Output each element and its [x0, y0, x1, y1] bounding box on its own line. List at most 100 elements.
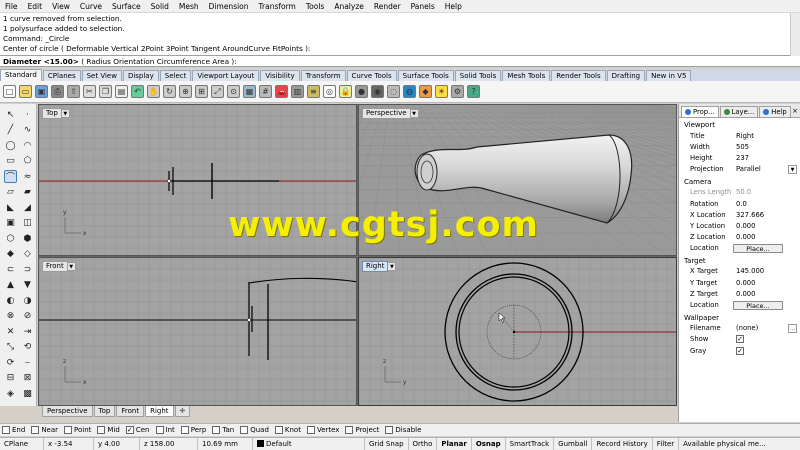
menu-curve[interactable]: Curve — [75, 0, 107, 13]
checkbox[interactable] — [155, 426, 164, 434]
projection-select[interactable]: Parallel — [733, 165, 785, 173]
checkbox[interactable] — [97, 426, 106, 434]
osnap-knot[interactable]: Knot — [274, 426, 301, 434]
join-tool-icon[interactable]: ▼ — [21, 279, 34, 292]
viewport-title[interactable]: Front — [42, 261, 68, 272]
array-tool-icon[interactable]: ⟳ — [4, 356, 17, 369]
tab-viewport-layout[interactable]: Viewport Layout — [192, 70, 260, 81]
new-file-icon[interactable]: □ — [3, 85, 16, 98]
tab-set-view[interactable]: Set View — [81, 70, 122, 81]
arc-tool-icon[interactable]: ◠ — [21, 139, 34, 152]
tab-visibility[interactable]: Visibility — [260, 70, 300, 81]
title-field[interactable]: Right — [733, 132, 800, 140]
cut-icon[interactable]: ✂ — [83, 85, 96, 98]
material-icon[interactable]: ◆ — [419, 85, 432, 98]
dimension-tool-icon[interactable]: ⎯ — [21, 356, 34, 369]
layers-icon[interactable]: ≡ — [307, 85, 320, 98]
curve-tool-icon[interactable]: ∿ — [21, 124, 34, 137]
rectangle-tool-icon[interactable]: ▭ — [4, 155, 17, 168]
tab-surface-tools[interactable]: Surface Tools — [397, 70, 454, 81]
chevron-down-icon[interactable]: ▼ — [788, 164, 797, 174]
vp-tab-front[interactable]: Front — [116, 406, 145, 417]
command-prompt-options[interactable]: ( Radius Orientation Circumference Area … — [81, 57, 236, 66]
y-location-field[interactable]: 0.000 — [733, 222, 800, 230]
tab-curve-tools[interactable]: Curve Tools — [346, 70, 397, 81]
tab-transform[interactable]: Transform — [300, 70, 346, 81]
select-tool-icon[interactable]: ↖ — [4, 108, 17, 121]
osnap-point[interactable]: Point — [64, 426, 91, 434]
viewport-title[interactable]: Right — [362, 261, 389, 272]
checkbox[interactable] — [180, 426, 189, 434]
zoom-window-icon[interactable]: ⊞ — [195, 85, 208, 98]
chevron-down-icon[interactable]: ▼ — [410, 109, 419, 118]
move-tool-icon[interactable]: ⊘ — [21, 310, 34, 323]
zoom-extents-icon[interactable]: ⤢ — [211, 85, 224, 98]
mesh-tool-icon[interactable]: ⊂ — [4, 263, 17, 276]
circle-tool-icon[interactable]: ◯ — [4, 139, 17, 152]
render-icon[interactable]: ◍ — [403, 85, 416, 98]
tab-solid-tools[interactable]: Solid Tools — [454, 70, 502, 81]
tab-drafting[interactable]: Drafting — [606, 70, 646, 81]
group-tool-icon[interactable]: ◑ — [21, 294, 34, 307]
tab-mesh-tools[interactable]: Mesh Tools — [502, 70, 551, 81]
menu-mesh[interactable]: Mesh — [174, 0, 204, 13]
status-record-history[interactable]: Record History — [592, 437, 653, 450]
tab-standard[interactable]: Standard — [0, 69, 42, 81]
osnap-int[interactable]: Int — [155, 426, 175, 434]
print-icon[interactable]: ⎙ — [51, 85, 64, 98]
cylinder-tool-icon[interactable]: ◫ — [21, 217, 34, 230]
help-icon[interactable]: ? — [467, 85, 480, 98]
viewport-label-right[interactable]: Right ▼ — [362, 261, 397, 272]
gray-checkbox[interactable]: ✓ — [736, 346, 744, 355]
tab-layers[interactable]: Laye... — [719, 106, 759, 117]
y-target-field[interactable]: 0.000 — [733, 279, 800, 287]
rendered-icon[interactable]: ◉ — [371, 85, 384, 98]
tab-cplanes[interactable]: CPlanes — [42, 70, 81, 81]
status-ortho[interactable]: Ortho — [409, 437, 438, 450]
command-prompt[interactable]: Diameter <15.00> ( Radius Orientation Ci… — [0, 56, 800, 67]
tab-select[interactable]: Select — [159, 70, 192, 81]
menu-solid[interactable]: Solid — [146, 0, 174, 13]
osnap-tan[interactable]: Tan — [212, 426, 234, 434]
open-file-icon[interactable]: ▭ — [19, 85, 32, 98]
viewport-title[interactable]: Top — [42, 108, 62, 119]
checkbox[interactable] — [385, 426, 394, 434]
rotation-field[interactable]: 0.0 — [733, 200, 800, 208]
osnap-project[interactable]: Project — [345, 426, 379, 434]
close-icon[interactable]: × — [792, 106, 798, 117]
osnap-quad[interactable]: Quad — [240, 426, 269, 434]
checkbox[interactable]: ✓ — [125, 426, 134, 434]
tab-new-in-v5[interactable]: New in V5 — [646, 70, 692, 81]
checkbox[interactable] — [31, 426, 40, 434]
render-tool-icon[interactable]: ◈ — [4, 387, 17, 400]
checkbox[interactable] — [64, 426, 73, 434]
viewport-right[interactable]: z y Right ▼ — [358, 257, 677, 406]
menu-tools[interactable]: Tools — [301, 0, 329, 13]
osnap-mid[interactable]: Mid — [97, 426, 120, 434]
trim-tool-icon[interactable]: ▲ — [4, 279, 17, 292]
point-tool-icon[interactable]: · — [21, 108, 34, 121]
viewport-label-top[interactable]: Top ▼ — [42, 108, 70, 119]
viewports-4-icon[interactable]: ▦ — [243, 85, 256, 98]
sweep-tool-icon[interactable]: ◢ — [21, 201, 34, 214]
status-osnap[interactable]: Osnap — [472, 437, 506, 450]
box-tool-icon[interactable]: ▣ — [4, 217, 17, 230]
place-camera-button[interactable]: Place... — [733, 243, 783, 253]
width-field[interactable]: 505 — [733, 143, 800, 151]
polygon-tool-icon[interactable]: ⬠ — [21, 155, 34, 168]
rotate-view-icon[interactable]: ↻ — [163, 85, 176, 98]
menu-help[interactable]: Help — [440, 0, 467, 13]
z-target-field[interactable]: 0.000 — [733, 290, 800, 298]
scale-tool-icon[interactable]: ⤡ — [4, 341, 17, 354]
line-tool-icon[interactable]: ╱ — [4, 124, 17, 137]
fillet-tool-icon[interactable]: ⌒ — [4, 170, 17, 183]
loft-tool-icon[interactable]: ◣ — [4, 201, 17, 214]
checkbox[interactable] — [274, 426, 283, 434]
viewport-label-front[interactable]: Front ▼ — [42, 261, 76, 272]
viewport-title[interactable]: Perspective — [362, 108, 411, 119]
chevron-down-icon[interactable]: ▼ — [61, 109, 70, 118]
z-location-field[interactable]: 0.000 — [733, 233, 800, 241]
menu-dimension[interactable]: Dimension — [204, 0, 254, 13]
tab-display[interactable]: Display — [122, 70, 159, 81]
mirror-tool-icon[interactable]: ⟲ — [21, 341, 34, 354]
